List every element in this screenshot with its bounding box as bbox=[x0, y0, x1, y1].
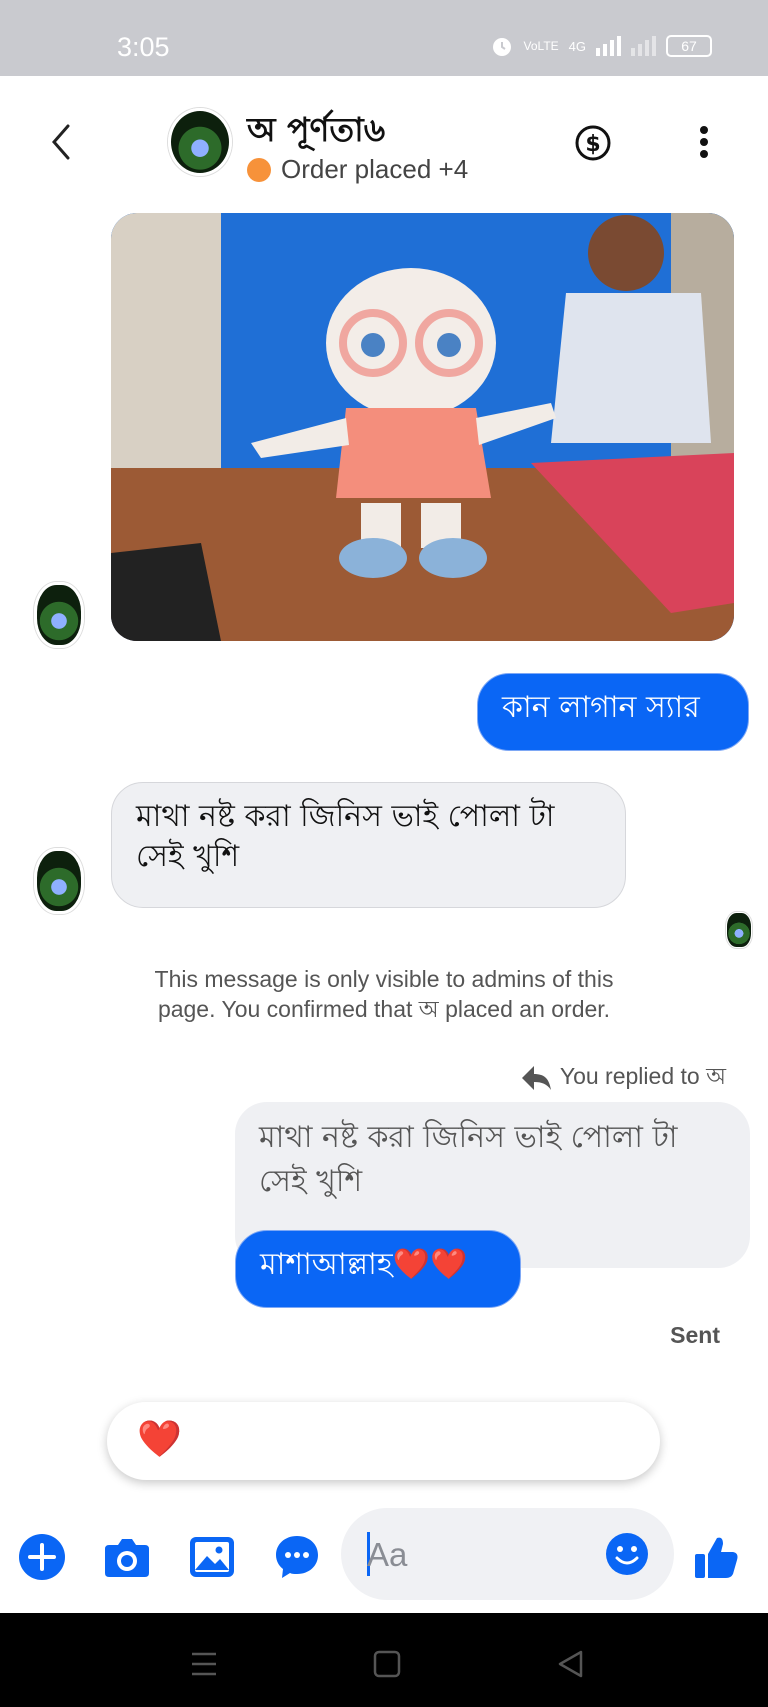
reply-hint-text: You replied to অ bbox=[559, 1063, 726, 1089]
clock: 3:05 bbox=[117, 32, 170, 62]
admin-only-notice: This message is only visible to admins o… bbox=[100, 964, 668, 1024]
order-status-dot-icon bbox=[247, 157, 271, 182]
thumbs-up-icon bbox=[695, 1537, 738, 1578]
incoming-message[interactable]: মাথা নষ্ট করা জিনিস ভাই পোলা টা সেই খুশি bbox=[111, 782, 626, 908]
product-photo-image bbox=[111, 213, 734, 641]
home-icon[interactable] bbox=[373, 1650, 401, 1678]
speech-bubble-icon bbox=[276, 1536, 318, 1578]
reply-hint: You replied to অ bbox=[520, 1058, 726, 1097]
quoted-message-line-1: মাথা নষ্ট করা জিনিস ভাই পোলা টা bbox=[259, 1120, 678, 1155]
contact-name[interactable]: অ পূর্ণতা৬ bbox=[247, 104, 385, 160]
alarm-icon bbox=[492, 38, 511, 56]
payment-dollar-icon[interactable]: $ bbox=[574, 124, 612, 162]
incoming-message-line-1: মাথা নষ্ট করা জিনিস ভাই পোলা টা bbox=[136, 799, 555, 834]
message-input[interactable]: Aa bbox=[341, 1508, 674, 1600]
volte-label: VoLTE bbox=[523, 39, 559, 53]
reaction-bar[interactable]: ❤️ bbox=[107, 1402, 660, 1480]
recents-menu-icon[interactable] bbox=[190, 1651, 218, 1677]
outgoing-message[interactable]: কান লাগান স্যার bbox=[477, 673, 749, 751]
contact-avatar[interactable] bbox=[168, 108, 232, 176]
more-options-icon[interactable] bbox=[694, 122, 714, 162]
read-receipt-avatar bbox=[726, 912, 752, 948]
emoji-icon[interactable] bbox=[605, 1532, 649, 1576]
message-input-placeholder: Aa bbox=[367, 1536, 408, 1573]
sender-avatar[interactable] bbox=[34, 582, 84, 648]
network-type-label: 4G bbox=[568, 38, 586, 54]
admin-only-notice-line-1: This message is only visible to admins o… bbox=[154, 966, 614, 992]
plus-icon bbox=[19, 1534, 65, 1580]
back-nav-icon[interactable] bbox=[556, 1649, 584, 1679]
heart-reaction-icon[interactable]: ❤️ bbox=[137, 1418, 182, 1460]
order-status-text: Order placed +4 bbox=[281, 154, 469, 184]
status-icons: VoLTE 4G 67 bbox=[490, 34, 712, 58]
gallery-button[interactable] bbox=[188, 1533, 236, 1581]
status-bar: 3:05 VoLTE 4G 67 bbox=[0, 0, 768, 76]
quoted-message-line-2: সেই খুশি bbox=[259, 1164, 363, 1199]
back-icon[interactable] bbox=[46, 122, 76, 162]
order-status[interactable]: Order placed +4 bbox=[247, 154, 468, 185]
admin-only-notice-line-2: page. You confirmed that অ placed an ord… bbox=[157, 996, 611, 1022]
signal-2-icon bbox=[631, 36, 656, 56]
reply-message-emoji: ❤️❤️ bbox=[392, 1247, 468, 1282]
outgoing-message-text: কান লাগান স্যার bbox=[502, 690, 700, 725]
camera-icon bbox=[105, 1539, 149, 1577]
plus-button[interactable] bbox=[18, 1533, 66, 1581]
product-photo[interactable] bbox=[111, 213, 734, 641]
camera-button[interactable] bbox=[103, 1533, 151, 1581]
incoming-message-line-2: সেই খুশি bbox=[136, 839, 240, 874]
sent-status: Sent bbox=[670, 1322, 720, 1348]
reply-message[interactable]: মাশাআল্লাহ❤️❤️ bbox=[235, 1230, 521, 1308]
reply-arrow-icon bbox=[521, 1065, 551, 1090]
battery-level: 67 bbox=[681, 38, 697, 54]
sender-avatar[interactable] bbox=[34, 848, 84, 914]
chat-extensions-button[interactable] bbox=[273, 1533, 321, 1581]
chat-header: অ পূর্ণতা৬ Order placed +4 $ bbox=[0, 76, 768, 210]
reply-message-text: মাশাআল্লাহ bbox=[260, 1247, 393, 1282]
signal-icon bbox=[596, 36, 621, 56]
android-nav-bar bbox=[0, 1613, 768, 1707]
gallery-icon bbox=[190, 1537, 234, 1577]
svg-text:$: $ bbox=[585, 132, 600, 157]
battery-icon: 67 bbox=[666, 35, 712, 57]
like-button[interactable] bbox=[692, 1533, 740, 1581]
